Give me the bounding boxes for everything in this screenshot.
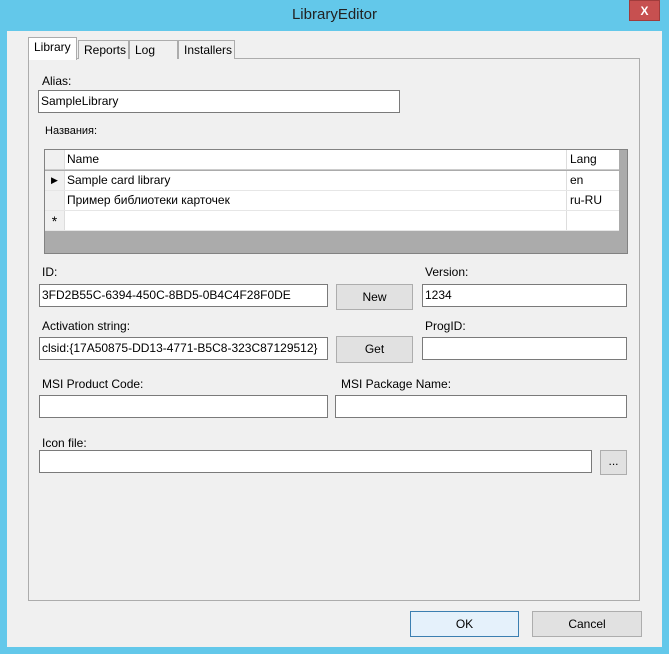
- cell-name[interactable]: Sample card library: [66, 171, 170, 190]
- activation-input[interactable]: clsid:{17A50875-DD13-4771-B5C8-323C87129…: [39, 337, 328, 360]
- icon-file-label: Icon file:: [42, 436, 87, 450]
- id-label: ID:: [42, 265, 58, 279]
- msi-package-name-label: MSI Package Name:: [341, 377, 452, 391]
- names-grid[interactable]: Name Lang ▶ Sample card library en Приме…: [44, 149, 628, 254]
- new-id-button[interactable]: New: [336, 284, 413, 310]
- tab-library[interactable]: Library: [28, 37, 77, 60]
- alias-input[interactable]: SampleLibrary: [38, 90, 400, 113]
- current-row-icon: ▶: [45, 171, 65, 190]
- alias-label: Alias:: [42, 74, 72, 88]
- progid-input[interactable]: [422, 337, 627, 360]
- progid-label: ProgID:: [425, 319, 466, 333]
- ok-button[interactable]: OK: [410, 611, 519, 637]
- version-label: Version:: [425, 265, 469, 279]
- column-header-name[interactable]: Name: [66, 150, 99, 169]
- icon-file-input[interactable]: [39, 450, 592, 473]
- id-input[interactable]: 3FD2B55C-6394-450C-8BD5-0B4C4F28F0DE: [39, 284, 328, 307]
- names-label: Названия:: [45, 125, 98, 137]
- cell-lang[interactable]: [566, 211, 619, 230]
- table-row[interactable]: ▶ Sample card library en: [45, 171, 619, 191]
- cell-name[interactable]: Пример библиотеки карточек: [66, 191, 230, 210]
- table-row[interactable]: Пример библиотеки карточек ru-RU: [45, 191, 619, 211]
- msi-product-code-input[interactable]: [39, 395, 328, 418]
- new-row-icon: *: [45, 211, 65, 230]
- version-input[interactable]: 1234: [422, 284, 627, 307]
- tab-reports[interactable]: Reports: [78, 40, 129, 59]
- row-header: [45, 191, 65, 210]
- activation-label: Activation string:: [42, 319, 131, 333]
- msi-package-name-input[interactable]: [335, 395, 627, 418]
- cell-lang[interactable]: en: [566, 171, 619, 190]
- new-row[interactable]: *: [45, 211, 619, 231]
- grid-corner: [45, 150, 65, 169]
- browse-icon-button[interactable]: ...: [600, 450, 627, 475]
- grid-header: Name Lang: [45, 150, 619, 170]
- close-button[interactable]: X: [629, 0, 660, 21]
- column-header-lang[interactable]: Lang: [566, 150, 619, 169]
- get-activation-button[interactable]: Get: [336, 336, 413, 363]
- cancel-button[interactable]: Cancel: [532, 611, 642, 637]
- cell-lang[interactable]: ru-RU: [566, 191, 619, 210]
- tab-log[interactable]: Log: [129, 40, 178, 59]
- msi-product-code-label: MSI Product Code:: [42, 377, 144, 391]
- window-title: LibraryEditor: [291, 6, 378, 23]
- tab-installers[interactable]: Installers: [178, 40, 235, 59]
